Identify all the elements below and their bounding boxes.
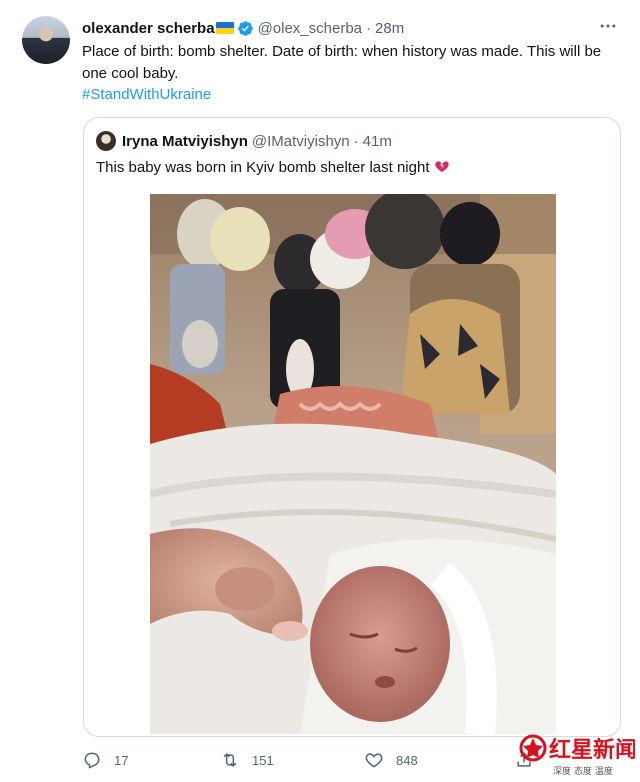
author-avatar[interactable] bbox=[22, 16, 70, 64]
verified-badge-icon bbox=[237, 20, 254, 37]
watermark-subtitle: 深度 态度 温度 bbox=[553, 765, 613, 777]
quoted-text-content: This baby was born in Kyiv bomb shelter … bbox=[96, 159, 430, 176]
retweet-button[interactable]: 151 bbox=[220, 748, 274, 772]
ukraine-flag-icon bbox=[215, 22, 234, 34]
quoted-tweet-time[interactable]: 41m bbox=[363, 133, 392, 150]
author-name[interactable]: olexander scherba bbox=[82, 20, 215, 37]
separator-dot: · bbox=[366, 19, 372, 37]
quoted-tweet[interactable]: Iryna Matviyishyn @IMatviyishyn · 41m Th… bbox=[83, 117, 621, 737]
quoted-author-name[interactable]: Iryna Matviyishyn bbox=[122, 133, 248, 150]
separator-dot: · bbox=[353, 132, 359, 150]
tweet-text: Place of birth: bomb shelter. Date of bi… bbox=[82, 43, 602, 82]
retweet-count: 151 bbox=[252, 752, 274, 768]
reply-button[interactable]: 17 bbox=[82, 748, 128, 772]
hashtag-link[interactable]: #StandWithUkraine bbox=[82, 84, 211, 106]
retweet-icon bbox=[223, 753, 237, 767]
quoted-tweet-text: This baby was born in Kyiv bomb shelter … bbox=[96, 157, 450, 179]
tweet-time[interactable]: 28m bbox=[375, 20, 404, 37]
reply-count: 17 bbox=[114, 752, 129, 768]
watermark-title: 红星新闻 bbox=[549, 737, 635, 763]
quoted-author-avatar[interactable] bbox=[96, 131, 116, 151]
heart-icon bbox=[365, 753, 383, 768]
author-handle[interactable]: @olex_scherba bbox=[258, 20, 362, 37]
broken-heart-icon bbox=[434, 158, 450, 174]
quoted-author-handle[interactable]: @IMatviyishyn bbox=[252, 133, 350, 150]
more-dots-icon[interactable] bbox=[596, 16, 620, 36]
news-watermark-logo: 红星新闻 深度 态度 温度 bbox=[519, 734, 635, 777]
reply-icon bbox=[84, 752, 100, 769]
like-count: 848 bbox=[396, 752, 418, 768]
photo-illustration bbox=[150, 194, 556, 734]
quoted-tweet-header: Iryna Matviyishyn @IMatviyishyn · 41m bbox=[96, 130, 392, 152]
tweet-header: olexander scherba @olex_scherba · 28m bbox=[82, 18, 620, 38]
photo-newborn-in-shelter[interactable] bbox=[150, 194, 556, 734]
like-button[interactable]: 848 bbox=[364, 748, 418, 772]
